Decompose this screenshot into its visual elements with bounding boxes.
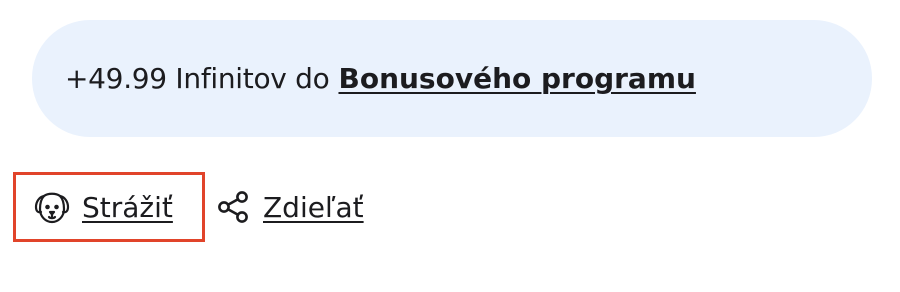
watch-button[interactable]: Strážiť: [13, 172, 205, 242]
share-button[interactable]: Zdieľať: [214, 172, 364, 242]
bonus-points-text: +49.99 Infinitov do: [65, 62, 330, 95]
share-label: Zdieľať: [263, 190, 364, 224]
watch-label: Strážiť: [82, 190, 173, 224]
bonus-banner: +49.99 Infinitov do Bonusového programu: [32, 20, 872, 137]
product-actions: Strážiť Zdieľať: [0, 170, 900, 246]
bonus-program-link[interactable]: Bonusového programu: [338, 62, 695, 95]
share-icon: [214, 188, 252, 226]
dog-icon: [33, 188, 71, 226]
